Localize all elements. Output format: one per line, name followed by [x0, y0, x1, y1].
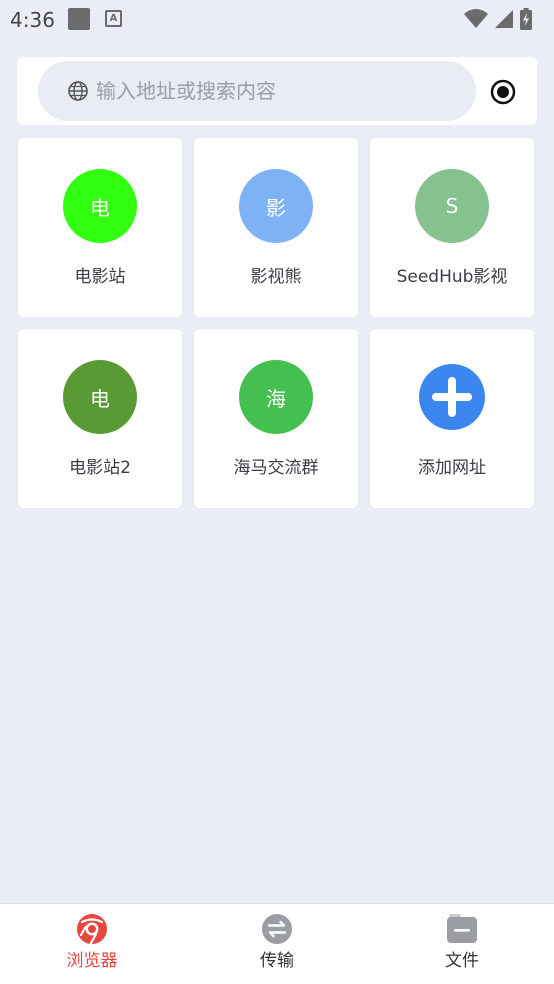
- site-tile-2[interactable]: 影 影视熊: [194, 138, 358, 317]
- transfer-icon: [262, 914, 292, 944]
- site-tile-1[interactable]: 电 电影站: [18, 138, 182, 317]
- site-tile-5[interactable]: 海 海马交流群: [194, 329, 358, 508]
- bottom-nav: 浏览器 传输 文件: [0, 903, 554, 984]
- site-tile-icon: 电: [63, 169, 137, 243]
- site-tile-icon: S: [415, 169, 489, 243]
- globe-icon: [68, 81, 88, 101]
- add-site-tile[interactable]: 添加网址: [370, 329, 534, 508]
- site-tile-label: 海马交流群: [233, 458, 319, 478]
- file-icon: [447, 914, 477, 943]
- site-tile-label: 影视熊: [250, 267, 302, 287]
- search-input[interactable]: [96, 73, 456, 109]
- site-tile-label: 电影站2: [69, 458, 131, 478]
- nav-item-browser[interactable]: 浏览器: [0, 904, 184, 984]
- status-time: 4:36: [10, 8, 55, 32]
- nav-item-file[interactable]: 文件: [370, 904, 554, 984]
- nav-label-browser: 浏览器: [66, 951, 118, 971]
- status-bar: 4:36 A: [0, 0, 554, 40]
- site-tile-icon: 海: [239, 360, 313, 434]
- nav-item-transfer[interactable]: 传输: [185, 904, 369, 984]
- site-tile-label: SeedHub影视: [396, 267, 508, 287]
- browser-icon: [77, 914, 107, 945]
- battery-icon: [520, 8, 532, 30]
- site-tile-4[interactable]: 电 电影站2: [18, 329, 182, 508]
- site-tile-icon: 电: [63, 360, 137, 434]
- record-icon[interactable]: [490, 79, 516, 105]
- site-tile-label: 电影站: [74, 267, 126, 287]
- add-icon: [419, 364, 485, 430]
- notification-square-icon: [68, 8, 90, 30]
- plus-icon: [432, 377, 472, 417]
- notification-a-icon: A: [105, 10, 122, 27]
- nav-label-file: 文件: [445, 951, 479, 971]
- add-site-label: 添加网址: [418, 458, 486, 478]
- site-tile-3[interactable]: S SeedHub影视: [370, 138, 534, 317]
- nav-label-transfer: 传输: [260, 951, 294, 971]
- site-tile-icon: 影: [239, 169, 313, 243]
- address-bar[interactable]: [38, 61, 476, 121]
- status-icons: [464, 6, 532, 32]
- wifi-icon: [464, 9, 488, 28]
- search-card: [17, 57, 537, 125]
- cell-signal-icon: [495, 10, 513, 28]
